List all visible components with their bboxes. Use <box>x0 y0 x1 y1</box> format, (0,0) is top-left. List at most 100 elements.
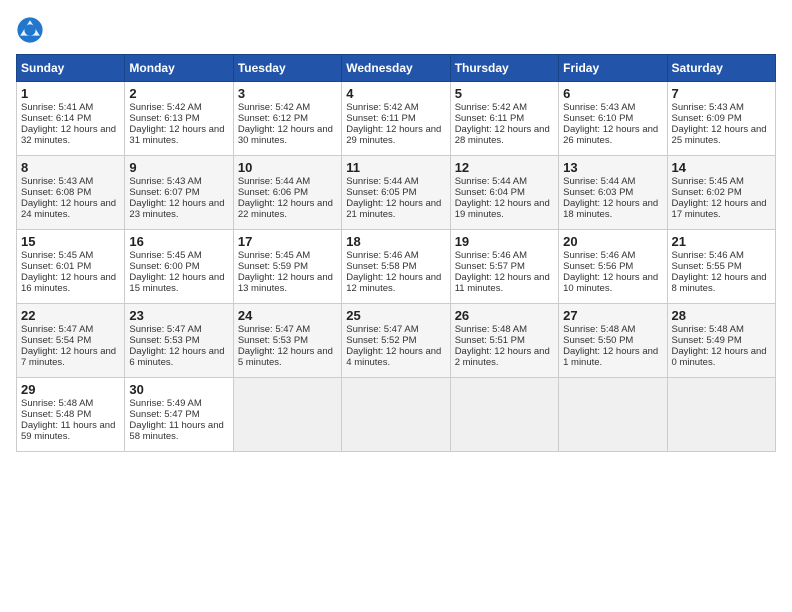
sunrise-text: Sunrise: 5:45 AM <box>21 250 93 261</box>
day-number: 19 <box>455 234 554 249</box>
calendar-cell: 6Sunrise: 5:43 AMSunset: 6:10 PMDaylight… <box>559 82 667 156</box>
day-number: 16 <box>129 234 228 249</box>
calendar-cell: 8Sunrise: 5:43 AMSunset: 6:08 PMDaylight… <box>17 156 125 230</box>
col-header-thursday: Thursday <box>450 55 558 82</box>
daylight-text: Daylight: 12 hours and 28 minutes. <box>455 124 550 146</box>
calendar-cell: 29Sunrise: 5:48 AMSunset: 5:48 PMDayligh… <box>17 378 125 452</box>
logo-icon <box>16 16 44 44</box>
sunrise-text: Sunrise: 5:47 AM <box>346 324 418 335</box>
day-number: 17 <box>238 234 337 249</box>
sunrise-text: Sunrise: 5:45 AM <box>238 250 310 261</box>
sunset-text: Sunset: 5:54 PM <box>21 335 91 346</box>
daylight-text: Daylight: 12 hours and 4 minutes. <box>346 346 441 368</box>
daylight-text: Daylight: 12 hours and 22 minutes. <box>238 198 333 220</box>
calendar-cell: 2Sunrise: 5:42 AMSunset: 6:13 PMDaylight… <box>125 82 233 156</box>
sunset-text: Sunset: 5:53 PM <box>129 335 199 346</box>
sunset-text: Sunset: 5:47 PM <box>129 409 199 420</box>
calendar-week-1: 1Sunrise: 5:41 AMSunset: 6:14 PMDaylight… <box>17 82 776 156</box>
daylight-text: Daylight: 12 hours and 5 minutes. <box>238 346 333 368</box>
day-number: 21 <box>672 234 771 249</box>
calendar-cell: 1Sunrise: 5:41 AMSunset: 6:14 PMDaylight… <box>17 82 125 156</box>
col-header-saturday: Saturday <box>667 55 775 82</box>
calendar-cell: 10Sunrise: 5:44 AMSunset: 6:06 PMDayligh… <box>233 156 341 230</box>
calendar-cell: 22Sunrise: 5:47 AMSunset: 5:54 PMDayligh… <box>17 304 125 378</box>
calendar-table: SundayMondayTuesdayWednesdayThursdayFrid… <box>16 54 776 452</box>
sunset-text: Sunset: 5:50 PM <box>563 335 633 346</box>
daylight-text: Daylight: 12 hours and 25 minutes. <box>672 124 767 146</box>
day-number: 6 <box>563 86 662 101</box>
day-number: 25 <box>346 308 445 323</box>
col-header-friday: Friday <box>559 55 667 82</box>
daylight-text: Daylight: 12 hours and 7 minutes. <box>21 346 116 368</box>
day-number: 27 <box>563 308 662 323</box>
sunset-text: Sunset: 5:58 PM <box>346 261 416 272</box>
calendar-cell <box>233 378 341 452</box>
calendar-cell: 20Sunrise: 5:46 AMSunset: 5:56 PMDayligh… <box>559 230 667 304</box>
daylight-text: Daylight: 12 hours and 2 minutes. <box>455 346 550 368</box>
daylight-text: Daylight: 12 hours and 18 minutes. <box>563 198 658 220</box>
day-number: 28 <box>672 308 771 323</box>
sunrise-text: Sunrise: 5:48 AM <box>21 398 93 409</box>
daylight-text: Daylight: 12 hours and 31 minutes. <box>129 124 224 146</box>
day-number: 1 <box>21 86 120 101</box>
calendar-cell: 28Sunrise: 5:48 AMSunset: 5:49 PMDayligh… <box>667 304 775 378</box>
daylight-text: Daylight: 12 hours and 1 minute. <box>563 346 658 368</box>
calendar-cell: 26Sunrise: 5:48 AMSunset: 5:51 PMDayligh… <box>450 304 558 378</box>
day-number: 9 <box>129 160 228 175</box>
sunset-text: Sunset: 6:13 PM <box>129 113 199 124</box>
sunset-text: Sunset: 5:57 PM <box>455 261 525 272</box>
day-number: 4 <box>346 86 445 101</box>
day-number: 8 <box>21 160 120 175</box>
sunrise-text: Sunrise: 5:46 AM <box>563 250 635 261</box>
sunrise-text: Sunrise: 5:47 AM <box>238 324 310 335</box>
sunset-text: Sunset: 6:08 PM <box>21 187 91 198</box>
sunset-text: Sunset: 5:51 PM <box>455 335 525 346</box>
calendar-cell: 17Sunrise: 5:45 AMSunset: 5:59 PMDayligh… <box>233 230 341 304</box>
sunset-text: Sunset: 6:11 PM <box>346 113 416 124</box>
sunset-text: Sunset: 5:53 PM <box>238 335 308 346</box>
calendar-cell <box>342 378 450 452</box>
day-number: 3 <box>238 86 337 101</box>
sunrise-text: Sunrise: 5:46 AM <box>455 250 527 261</box>
sunrise-text: Sunrise: 5:48 AM <box>672 324 744 335</box>
calendar-cell: 9Sunrise: 5:43 AMSunset: 6:07 PMDaylight… <box>125 156 233 230</box>
day-number: 13 <box>563 160 662 175</box>
daylight-text: Daylight: 12 hours and 0 minutes. <box>672 346 767 368</box>
sunrise-text: Sunrise: 5:46 AM <box>346 250 418 261</box>
daylight-text: Daylight: 12 hours and 24 minutes. <box>21 198 116 220</box>
sunset-text: Sunset: 6:01 PM <box>21 261 91 272</box>
calendar-cell <box>450 378 558 452</box>
sunrise-text: Sunrise: 5:46 AM <box>672 250 744 261</box>
calendar-cell: 14Sunrise: 5:45 AMSunset: 6:02 PMDayligh… <box>667 156 775 230</box>
calendar-week-2: 8Sunrise: 5:43 AMSunset: 6:08 PMDaylight… <box>17 156 776 230</box>
calendar-cell: 25Sunrise: 5:47 AMSunset: 5:52 PMDayligh… <box>342 304 450 378</box>
sunrise-text: Sunrise: 5:43 AM <box>672 102 744 113</box>
sunset-text: Sunset: 5:55 PM <box>672 261 742 272</box>
daylight-text: Daylight: 12 hours and 12 minutes. <box>346 272 441 294</box>
daylight-text: Daylight: 12 hours and 23 minutes. <box>129 198 224 220</box>
calendar-cell: 12Sunrise: 5:44 AMSunset: 6:04 PMDayligh… <box>450 156 558 230</box>
sunset-text: Sunset: 6:05 PM <box>346 187 416 198</box>
day-number: 7 <box>672 86 771 101</box>
sunrise-text: Sunrise: 5:42 AM <box>238 102 310 113</box>
sunrise-text: Sunrise: 5:47 AM <box>129 324 201 335</box>
daylight-text: Daylight: 12 hours and 32 minutes. <box>21 124 116 146</box>
calendar-week-4: 22Sunrise: 5:47 AMSunset: 5:54 PMDayligh… <box>17 304 776 378</box>
sunrise-text: Sunrise: 5:44 AM <box>455 176 527 187</box>
sunrise-text: Sunrise: 5:43 AM <box>129 176 201 187</box>
calendar-cell: 21Sunrise: 5:46 AMSunset: 5:55 PMDayligh… <box>667 230 775 304</box>
daylight-text: Daylight: 12 hours and 10 minutes. <box>563 272 658 294</box>
sunset-text: Sunset: 6:03 PM <box>563 187 633 198</box>
calendar-cell <box>667 378 775 452</box>
sunrise-text: Sunrise: 5:47 AM <box>21 324 93 335</box>
daylight-text: Daylight: 12 hours and 29 minutes. <box>346 124 441 146</box>
day-number: 10 <box>238 160 337 175</box>
sunrise-text: Sunrise: 5:45 AM <box>129 250 201 261</box>
sunset-text: Sunset: 6:14 PM <box>21 113 91 124</box>
day-number: 15 <box>21 234 120 249</box>
calendar-header-row: SundayMondayTuesdayWednesdayThursdayFrid… <box>17 55 776 82</box>
day-number: 2 <box>129 86 228 101</box>
daylight-text: Daylight: 11 hours and 59 minutes. <box>21 420 115 442</box>
sunrise-text: Sunrise: 5:48 AM <box>563 324 635 335</box>
col-header-sunday: Sunday <box>17 55 125 82</box>
